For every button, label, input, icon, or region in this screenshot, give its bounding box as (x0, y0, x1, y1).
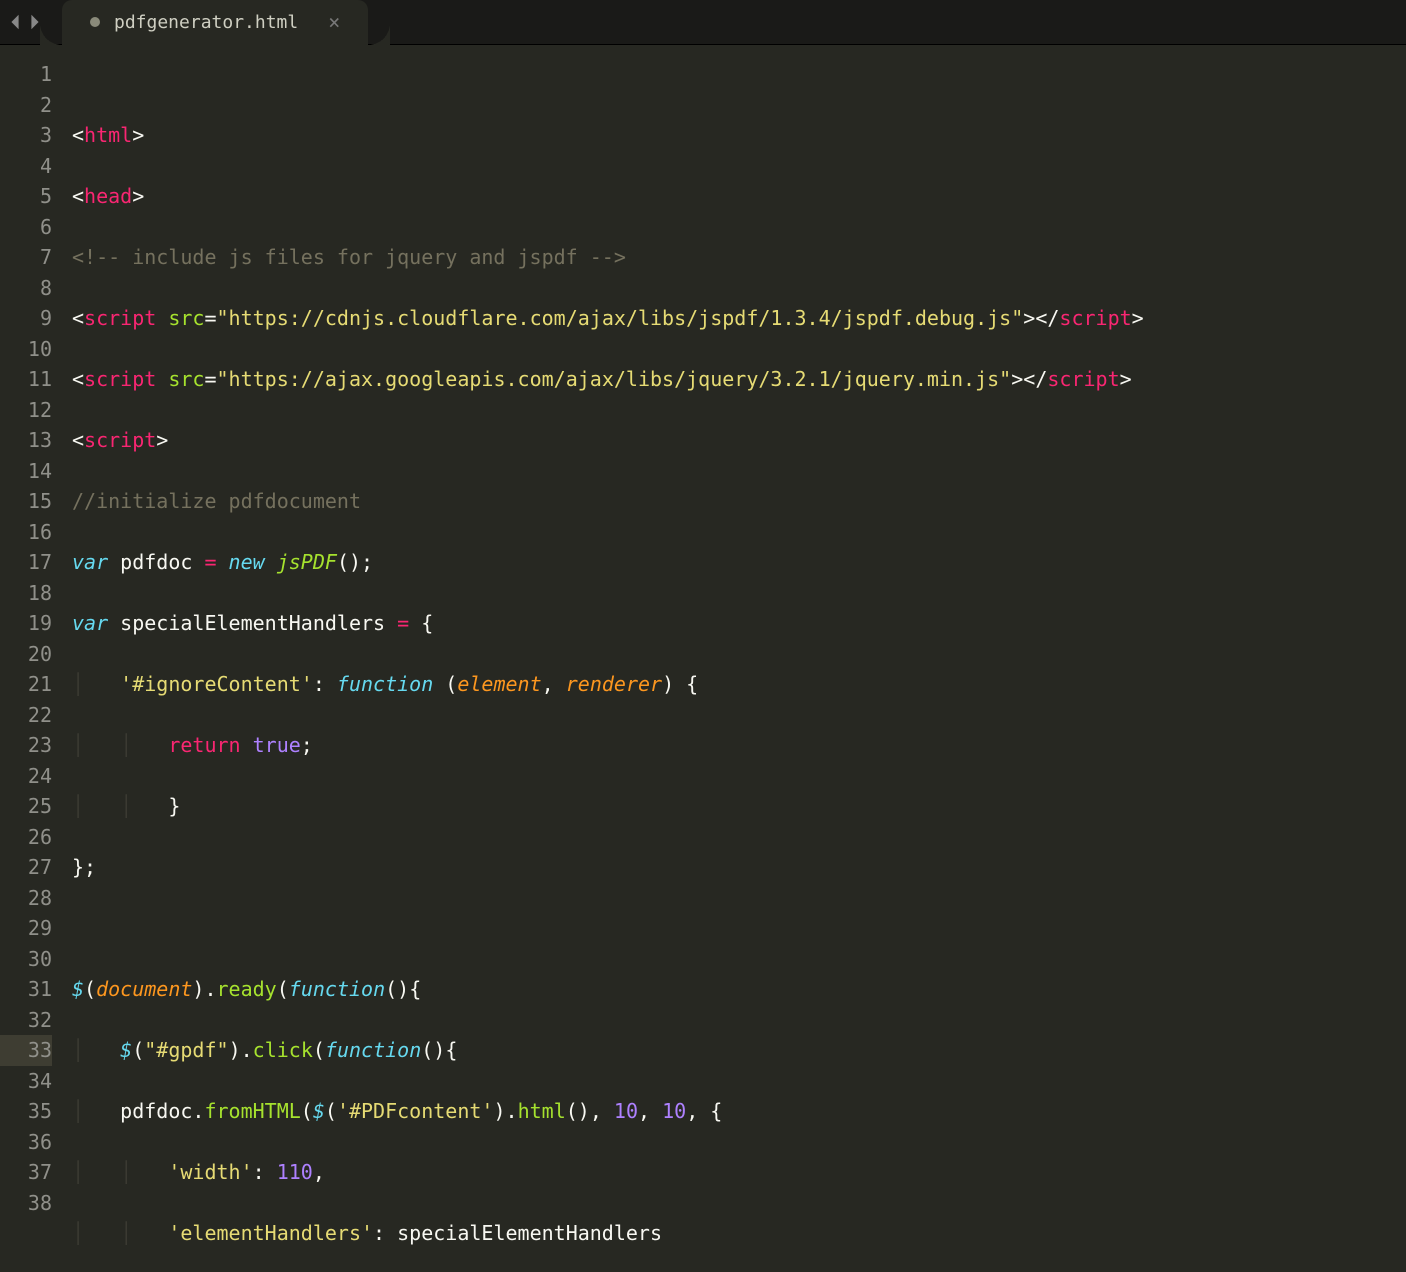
line-number: 11 (0, 364, 52, 395)
code-line: <html> (72, 120, 1396, 151)
code-line: }; (72, 852, 1396, 883)
line-number: 4 (0, 151, 52, 182)
line-number: 16 (0, 517, 52, 548)
line-number: 34 (0, 1066, 52, 1097)
code-line: │ pdfdoc.fromHTML($('#PDFcontent').html(… (72, 1096, 1396, 1127)
code-line: $(document).ready(function(){ (72, 974, 1396, 1005)
line-number: 26 (0, 822, 52, 853)
line-number: 12 (0, 395, 52, 426)
line-number: 3 (0, 120, 52, 151)
code-line: │ '#ignoreContent': function (element, r… (72, 669, 1396, 700)
code-line: <head> (72, 181, 1396, 212)
tab-dirty-icon (90, 17, 100, 27)
code-line: │ │ return true; (72, 730, 1396, 761)
code-line: <script> (72, 425, 1396, 456)
tab-close-icon[interactable]: × (328, 10, 340, 34)
line-number: 27 (0, 852, 52, 883)
line-number: 1 (0, 59, 52, 90)
line-number: 28 (0, 883, 52, 914)
line-number: 20 (0, 639, 52, 670)
code-line: <script src="https://cdnjs.cloudflare.co… (72, 303, 1396, 334)
line-number: 37 (0, 1157, 52, 1188)
line-number: 29 (0, 913, 52, 944)
code-line: var pdfdoc = new jsPDF(); (72, 547, 1396, 578)
nav-arrows (6, 13, 44, 31)
tab-bar: pdfgenerator.html × (0, 0, 1406, 45)
line-number: 2 (0, 90, 52, 121)
line-number: 17 (0, 547, 52, 578)
line-number: 6 (0, 212, 52, 243)
line-number: 14 (0, 456, 52, 487)
line-number: 31 (0, 974, 52, 1005)
code-line: │ │ 'width': 110, (72, 1157, 1396, 1188)
line-number: 36 (0, 1127, 52, 1158)
tab-filename: pdfgenerator.html (114, 12, 298, 33)
line-number: 8 (0, 273, 52, 304)
line-number: 7 (0, 242, 52, 273)
code-line: │ │ } (72, 791, 1396, 822)
line-number: 33 (0, 1035, 52, 1066)
code-area[interactable]: <html> <head> <!-- include js files for … (62, 45, 1406, 1272)
code-line: │ $("#gpdf").click(function(){ (72, 1035, 1396, 1066)
line-number: 24 (0, 761, 52, 792)
code-line: <script src="https://ajax.googleapis.com… (72, 364, 1396, 395)
code-line: │ │ 'elementHandlers': specialElementHan… (72, 1218, 1396, 1249)
line-number: 30 (0, 944, 52, 975)
line-number: 35 (0, 1096, 52, 1127)
code-line (72, 913, 1396, 944)
line-number-gutter: 1234567891011121314151617181920212223242… (0, 45, 62, 1272)
line-number: 5 (0, 181, 52, 212)
tab-active[interactable]: pdfgenerator.html × (62, 0, 368, 45)
code-line: //initialize pdfdocument (72, 486, 1396, 517)
line-number: 9 (0, 303, 52, 334)
line-number: 38 (0, 1188, 52, 1219)
line-number: 15 (0, 486, 52, 517)
line-number: 25 (0, 791, 52, 822)
code-line: var specialElementHandlers = { (72, 608, 1396, 639)
line-number: 22 (0, 700, 52, 731)
line-number: 13 (0, 425, 52, 456)
line-number: 32 (0, 1005, 52, 1036)
line-number: 18 (0, 578, 52, 609)
line-number: 10 (0, 334, 52, 365)
line-number: 21 (0, 669, 52, 700)
line-number: 19 (0, 608, 52, 639)
nav-back-icon[interactable] (6, 13, 24, 31)
code-line: <!-- include js files for jquery and jsp… (72, 242, 1396, 273)
line-number: 23 (0, 730, 52, 761)
editor: 1234567891011121314151617181920212223242… (0, 45, 1406, 1272)
